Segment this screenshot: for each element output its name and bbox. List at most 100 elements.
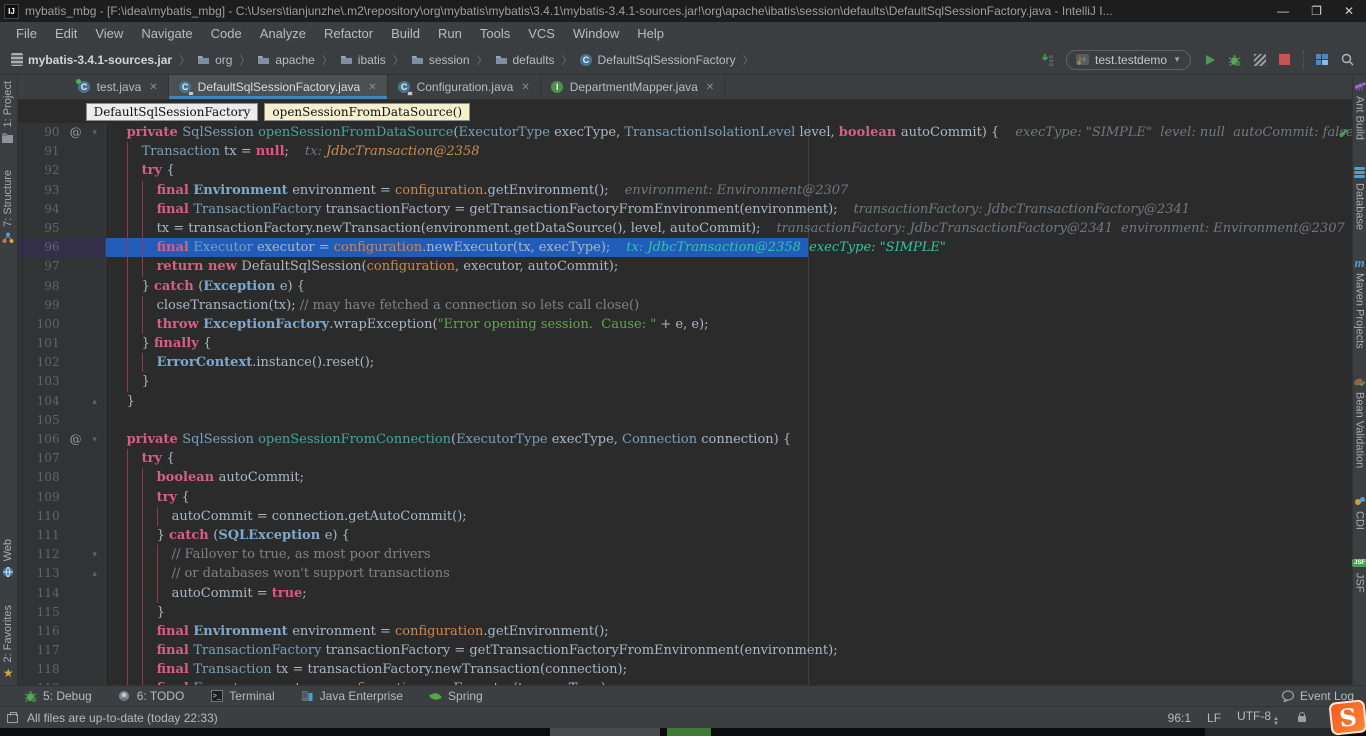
menu-refactor[interactable]: Refactor	[316, 24, 381, 43]
tool-window-button-2-favorites[interactable]: 2: Favorites★	[2, 605, 15, 679]
tool-window-button-1-project[interactable]: 1: Project	[2, 81, 15, 144]
tool-window-button-spring[interactable]: Spring	[429, 689, 483, 703]
fold-marker-icon[interactable]	[88, 449, 102, 468]
gutter[interactable]: 110	[18, 507, 106, 526]
gutter[interactable]: 114	[18, 584, 106, 603]
debug-button[interactable]	[1228, 53, 1241, 66]
stop-button[interactable]	[1278, 53, 1291, 66]
gutter[interactable]: 108	[18, 468, 106, 487]
fold-marker-icon[interactable]	[88, 334, 102, 353]
sogou-ime-badge[interactable]: S	[1328, 699, 1366, 736]
menu-analyze[interactable]: Analyze	[252, 24, 314, 43]
search-everywhere-button[interactable]	[1341, 53, 1354, 66]
fold-marker-icon[interactable]	[88, 200, 102, 219]
menu-vcs[interactable]: VCS	[520, 24, 563, 43]
menu-tools[interactable]: Tools	[472, 24, 518, 43]
tool-window-button-web[interactable]: Web	[2, 539, 15, 578]
fold-marker-icon[interactable]	[88, 507, 102, 526]
editor-tab[interactable]: CDefaultSqlSessionFactory.java✕	[169, 75, 388, 99]
editor-tab[interactable]: IDepartmentMapper.java✕	[541, 75, 725, 99]
fold-marker-icon[interactable]	[88, 257, 102, 276]
fold-marker-icon[interactable]	[88, 679, 102, 685]
menu-edit[interactable]: Edit	[47, 24, 85, 43]
menu-code[interactable]: Code	[203, 24, 250, 43]
tool-window-button-terminal[interactable]: >_Terminal	[210, 689, 274, 703]
fold-marker-icon[interactable]	[88, 277, 102, 296]
fold-marker-icon[interactable]	[88, 660, 102, 679]
breadcrumb-item[interactable]: ibatis	[338, 51, 388, 69]
fold-marker-icon[interactable]	[88, 142, 102, 161]
gutter[interactable]: 112▾	[18, 545, 106, 564]
breadcrumb-method-chip[interactable]: openSessionFromDataSource()	[264, 103, 470, 121]
gutter[interactable]: 93	[18, 181, 106, 200]
gutter[interactable]: 98	[18, 277, 106, 296]
breadcrumb-item[interactable]: apache	[255, 51, 316, 69]
gutter[interactable]: 115	[18, 603, 106, 622]
minimize-button[interactable]: —	[1277, 4, 1289, 18]
tab-close-icon[interactable]: ✕	[149, 82, 157, 93]
menu-build[interactable]: Build	[383, 24, 428, 43]
tab-close-icon[interactable]: ✕	[521, 82, 529, 93]
gutter[interactable]: 94	[18, 200, 106, 219]
breadcrumb-item[interactable]: session	[409, 51, 472, 69]
editor-tab[interactable]: Ctest.java✕	[68, 75, 169, 99]
breadcrumb-item[interactable]: defaults	[493, 51, 557, 69]
fold-marker-icon[interactable]	[88, 584, 102, 603]
tool-window-button-database[interactable]: Database	[1353, 166, 1366, 230]
breadcrumb-item[interactable]: org	[195, 51, 234, 69]
fold-marker-icon[interactable]	[88, 468, 102, 487]
gutter[interactable]: 118	[18, 660, 106, 679]
gutter[interactable]: 101	[18, 334, 106, 353]
fold-marker-icon[interactable]	[88, 353, 102, 372]
close-button[interactable]: ✕	[1344, 4, 1354, 18]
tool-window-button-7-structure[interactable]: 7: Structure	[2, 170, 15, 244]
tool-window-button-java-enterprise[interactable]: Java Enterprise	[301, 689, 403, 703]
restore-layout-button[interactable]	[1316, 53, 1329, 66]
fold-marker-icon[interactable]: ▾	[88, 123, 102, 142]
tab-close-icon[interactable]: ✕	[368, 82, 376, 93]
gutter[interactable]: 111	[18, 526, 106, 545]
gutter[interactable]: 119	[18, 679, 106, 685]
line-ending[interactable]: LF	[1207, 711, 1221, 725]
gutter[interactable]: 100	[18, 315, 106, 334]
breadcrumb-item[interactable]: mybatis-3.4.1-sources.jar	[8, 51, 174, 69]
gutter[interactable]: 97	[18, 257, 106, 276]
gutter[interactable]: 113▴	[18, 564, 106, 583]
gutter[interactable]: 91	[18, 142, 106, 161]
restore-button[interactable]: ❐	[1311, 4, 1322, 18]
gutter[interactable]: 103	[18, 372, 106, 391]
fold-marker-icon[interactable]	[88, 372, 102, 391]
gutter[interactable]: 102	[18, 353, 106, 372]
tab-close-icon[interactable]: ✕	[706, 82, 714, 93]
gutter[interactable]: 99	[18, 296, 106, 315]
code-editor[interactable]: ✔ 90@▾private SqlSession openSessionFrom…	[18, 123, 1352, 685]
fold-marker-icon[interactable]	[88, 526, 102, 545]
fold-marker-icon[interactable]: ▴	[88, 392, 102, 411]
breadcrumb-item[interactable]: CDefaultSqlSessionFactory	[578, 51, 738, 69]
gutter[interactable]: 95	[18, 219, 106, 238]
readonly-lock-icon[interactable]	[1295, 711, 1308, 724]
fold-marker-icon[interactable]	[88, 181, 102, 200]
editor-tab[interactable]: CConfiguration.java✕	[388, 75, 541, 99]
file-encoding[interactable]: UTF-8▲▼	[1237, 709, 1279, 727]
tool-window-button-bean-validation[interactable]: Bean Validation	[1353, 375, 1366, 468]
fold-marker-icon[interactable]	[88, 641, 102, 660]
gutter[interactable]: 116	[18, 622, 106, 641]
gutter[interactable]: 106@▾	[18, 430, 106, 449]
fold-marker-icon[interactable]	[88, 315, 102, 334]
menu-view[interactable]: View	[87, 24, 131, 43]
tool-window-button-maven-projects[interactable]: mMaven Projects	[1353, 256, 1366, 349]
gutter[interactable]: 92	[18, 161, 106, 180]
gutter[interactable]: 105	[18, 411, 106, 430]
run-configuration-select[interactable]: test.testdemo ▼	[1066, 50, 1191, 70]
fold-marker-icon[interactable]	[88, 238, 102, 257]
gutter[interactable]: 117	[18, 641, 106, 660]
gutter[interactable]: 96	[18, 238, 106, 257]
menu-window[interactable]: Window	[565, 24, 627, 43]
tool-window-button-cdi[interactable]: CDI	[1353, 494, 1366, 530]
breadcrumb-class-chip[interactable]: DefaultSqlSessionFactory	[86, 103, 259, 121]
tool-window-button-6-todo[interactable]: 6: TODO	[118, 689, 185, 703]
gutter[interactable]: 104▴	[18, 392, 106, 411]
menu-help[interactable]: Help	[629, 24, 672, 43]
fold-marker-icon[interactable]	[88, 296, 102, 315]
